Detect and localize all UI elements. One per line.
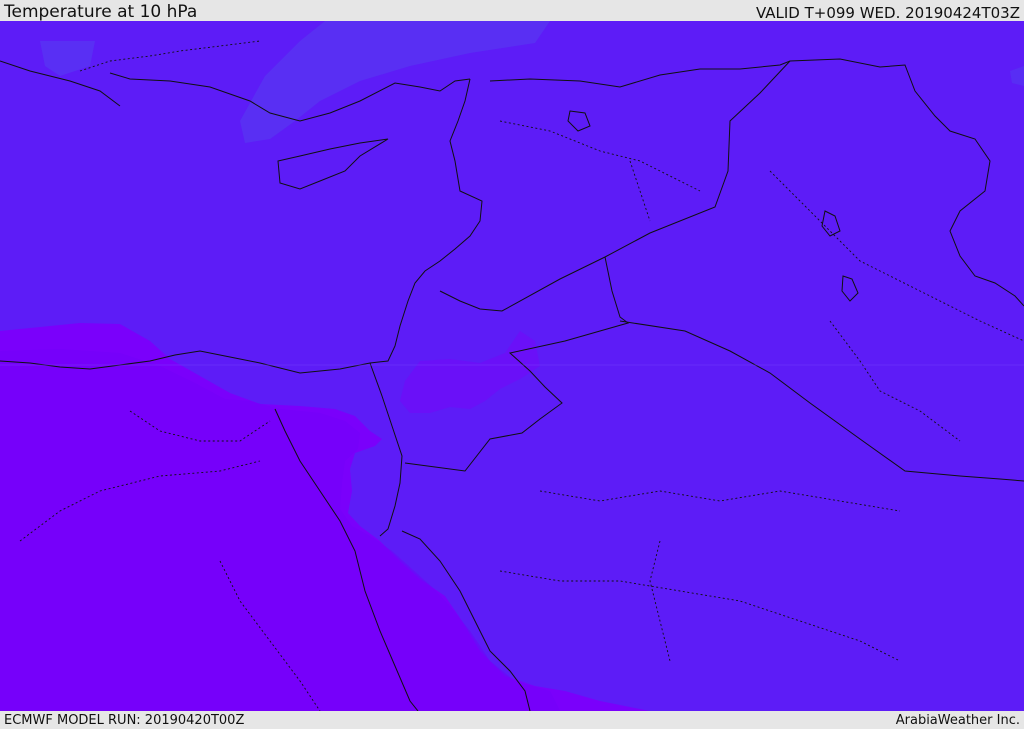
header-bar: Temperature at 10 hPa VALID T+099 WED. 2…: [0, 0, 1024, 21]
weather-map[interactable]: [0, 21, 1024, 711]
valid-time: VALID T+099 WED. 20190424T03Z: [755, 4, 1020, 22]
map-canvas: [0, 21, 1024, 711]
footer-bar: ECMWF MODEL RUN: 20190420T00Z ArabiaWeat…: [0, 711, 1024, 729]
model-run: ECMWF MODEL RUN: 20190420T00Z: [4, 713, 245, 728]
map-title: Temperature at 10 hPa: [4, 2, 198, 22]
credit-text: ArabiaWeather Inc.: [895, 713, 1020, 728]
